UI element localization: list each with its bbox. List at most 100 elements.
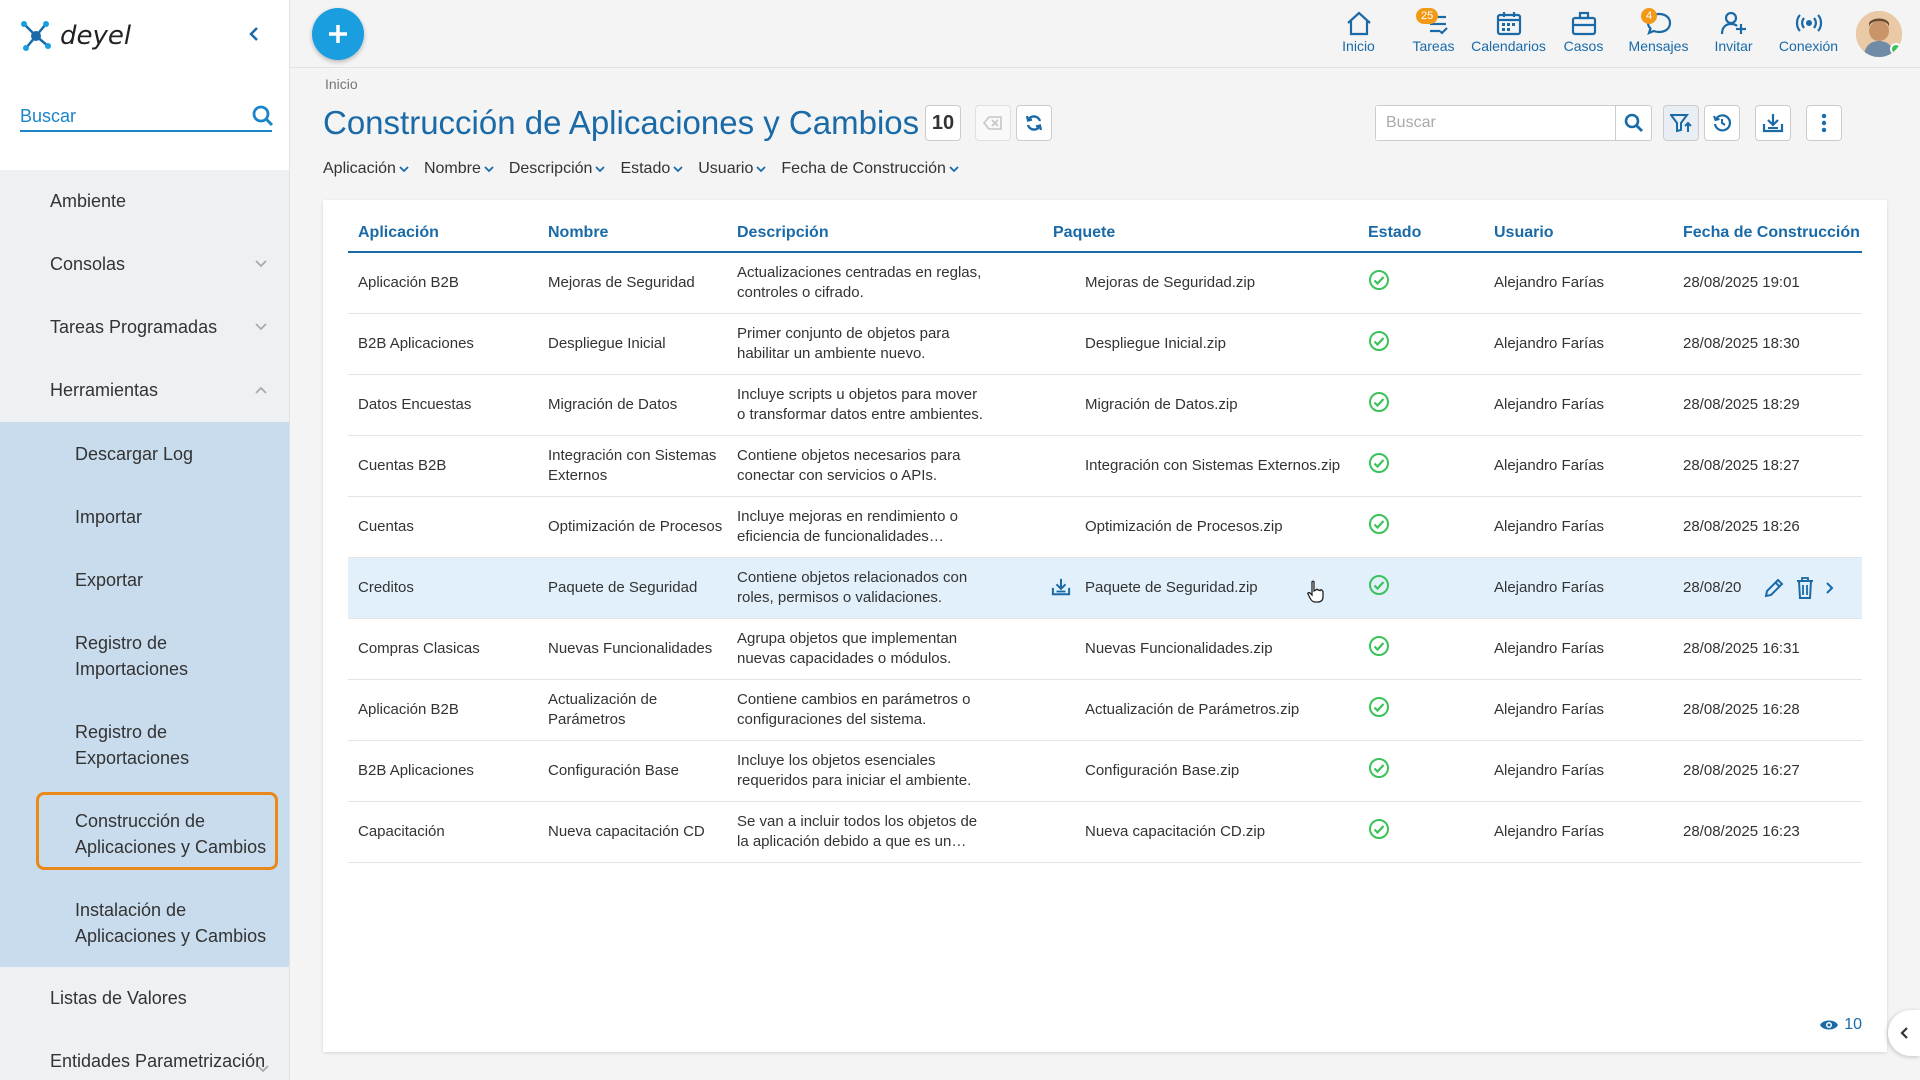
col-fecha[interactable]: Fecha de Construcción bbox=[1673, 214, 1862, 253]
visible-count: 10 bbox=[1819, 1016, 1862, 1034]
topnav-conexion[interactable]: Conexión bbox=[1771, 0, 1846, 68]
filter-aplicacion[interactable]: Aplicación bbox=[323, 160, 410, 178]
cell-paquete[interactable]: Despliegue Inicial.zip bbox=[1043, 313, 1358, 375]
sidebar-item-label: Consolas bbox=[50, 254, 126, 274]
cell-estado bbox=[1358, 313, 1484, 375]
col-paquete[interactable]: Paquete bbox=[1043, 214, 1358, 253]
filter-descripcion[interactable]: Descripción bbox=[509, 160, 607, 178]
cell-paquete[interactable]: Mejoras de Seguridad.zip bbox=[1043, 252, 1358, 314]
sidebar-item-consolas[interactable]: Consolas bbox=[0, 233, 289, 296]
cell-paquete[interactable]: Nuevas Funcionalidades.zip bbox=[1043, 618, 1358, 680]
table-row[interactable]: Compras Clasicas Nuevas Funcionalidades Ag… bbox=[348, 618, 1862, 680]
table-row[interactable]: Datos Encuestas Migración de Datos Incluye… bbox=[348, 374, 1862, 436]
sidebar-item-importar[interactable]: Importar bbox=[0, 485, 289, 548]
search-input[interactable] bbox=[1376, 106, 1615, 140]
cell-usuario: Alejandro Farías bbox=[1484, 313, 1673, 375]
chevron-right-icon[interactable] bbox=[1825, 581, 1835, 595]
cell-paquete[interactable]: Nueva capacitación CD.zip bbox=[1043, 801, 1358, 863]
col-usuario[interactable]: Usuario bbox=[1484, 214, 1673, 253]
sidebar-item-exportar[interactable]: Exportar bbox=[0, 548, 289, 611]
cell-paquete[interactable]: Migración de Datos.zip bbox=[1043, 374, 1358, 436]
history-button[interactable] bbox=[1704, 105, 1740, 141]
table-row[interactable]: Cuentas Optimización de Procesos Incluye m… bbox=[348, 496, 1862, 558]
sidebar-item-ambiente[interactable]: Ambiente bbox=[0, 170, 289, 233]
more-options-button[interactable] bbox=[1806, 105, 1842, 141]
table-row[interactable]: B2B Aplicaciones Configuración Base Incluy… bbox=[348, 740, 1862, 802]
topnav-casos[interactable]: Casos bbox=[1546, 0, 1621, 68]
cell-aplicacion: Compras Clasicas bbox=[348, 618, 538, 680]
topnav-inicio[interactable]: Inicio bbox=[1321, 0, 1396, 68]
export-button[interactable] bbox=[1755, 105, 1791, 141]
table-row[interactable]: Cuentas B2B Integración con Sistemas Exte… bbox=[348, 435, 1862, 497]
filter-button[interactable] bbox=[1663, 105, 1699, 141]
cell-fecha: 28/08/2025 16:28 bbox=[1673, 679, 1862, 741]
filter-nombre[interactable]: Nombre bbox=[424, 160, 495, 178]
sidebar-item-registro-importaciones[interactable]: Registro de Importaciones bbox=[0, 611, 289, 700]
add-button[interactable] bbox=[312, 8, 364, 60]
search-button[interactable] bbox=[1615, 106, 1651, 140]
cell-usuario-text: Alejandro Farías bbox=[1494, 273, 1605, 291]
col-descripcion[interactable]: Descripción bbox=[727, 214, 1043, 253]
col-nombre[interactable]: Nombre bbox=[538, 214, 727, 253]
sidebar-item-construccion-aplicaciones[interactable]: Construcción de Aplicaciones y Cambios bbox=[0, 789, 289, 878]
cell-fecha: 28/08/2025 18:27 bbox=[1673, 435, 1862, 497]
sidebar-item-registro-exportaciones[interactable]: Registro de Exportaciones bbox=[0, 700, 289, 789]
cell-fecha-text: 28/08/2025 16:23 bbox=[1683, 822, 1800, 840]
cell-fecha-text: 28/08/2025 18:30 bbox=[1683, 334, 1800, 352]
topnav-tareas[interactable]: 25 Tareas bbox=[1396, 0, 1471, 68]
search-icon[interactable] bbox=[252, 102, 274, 130]
breadcrumb[interactable]: Inicio bbox=[325, 76, 358, 92]
cell-paquete[interactable]: Optimización de Procesos.zip bbox=[1043, 496, 1358, 558]
refresh-button[interactable] bbox=[1016, 105, 1052, 141]
cell-paquete[interactable]: Configuración Base.zip bbox=[1043, 740, 1358, 802]
filter-estado[interactable]: Estado bbox=[620, 160, 684, 178]
topnav-label: Mensajes bbox=[1628, 38, 1689, 54]
side-panel-toggle[interactable] bbox=[1888, 1010, 1920, 1056]
col-aplicacion[interactable]: Aplicación bbox=[348, 214, 538, 253]
collapse-sidebar-button[interactable] bbox=[240, 20, 268, 48]
topnav-label: Inicio bbox=[1342, 38, 1375, 54]
cell-usuario: Alejandro Farías bbox=[1484, 435, 1673, 497]
cell-usuario-text: Alejandro Farías bbox=[1494, 578, 1605, 596]
cell-aplicacion: Cuentas B2B bbox=[348, 435, 538, 497]
topnav-calendarios[interactable]: Calendarios bbox=[1471, 0, 1546, 68]
cell-aplicacion: Aplicación B2B bbox=[348, 679, 538, 741]
sidebar-item-entidades-parametrizacion[interactable]: Entidades Parametrización bbox=[0, 1030, 289, 1080]
table-row[interactable]: B2B Aplicaciones Despliegue Inicial Primer… bbox=[348, 313, 1862, 375]
sidebar-search-input[interactable] bbox=[20, 105, 252, 127]
sidebar-item-descargar-log[interactable]: Descargar Log bbox=[0, 422, 289, 485]
edit-icon[interactable] bbox=[1763, 577, 1785, 599]
cell-paquete[interactable]: Actualización de Parámetros.zip bbox=[1043, 679, 1358, 741]
search-bar[interactable] bbox=[1375, 105, 1652, 141]
table-row[interactable]: Creditos Paquete de Seguridad Contiene obj… bbox=[348, 557, 1862, 619]
filter-fecha[interactable]: Fecha de Construcción bbox=[781, 160, 960, 178]
sidebar-item-instalacion-aplicaciones[interactable]: Instalación de Aplicaciones y Cambios bbox=[0, 878, 289, 967]
cell-aplicacion-text: Cuentas B2B bbox=[358, 456, 447, 474]
cell-paquete-text: Mejoras de Seguridad.zip bbox=[1085, 273, 1256, 291]
cell-paquete[interactable]: Integración con Sistemas Externos.zip bbox=[1043, 435, 1358, 497]
table-row[interactable]: Aplicación B2B Mejoras de Seguridad Actual… bbox=[348, 252, 1862, 314]
col-estado[interactable]: Estado bbox=[1358, 214, 1484, 253]
sidebar-search[interactable] bbox=[20, 102, 274, 132]
scroll-down-icon[interactable] bbox=[256, 1064, 270, 1074]
cell-descripcion-text: Agrupa objetos que implementan nuevas ca… bbox=[737, 629, 958, 667]
top-bar: Inicio 25 Tareas Calendarios Casos 4 Men… bbox=[290, 0, 1920, 68]
cell-descripcion: Incluye los objetos esenciales requerido… bbox=[727, 740, 1043, 802]
cell-usuario: Alejandro Farías bbox=[1484, 801, 1673, 863]
clear-selection-button[interactable] bbox=[975, 105, 1011, 141]
table-header-row: Aplicación Nombre Descripción Paquete Es… bbox=[348, 214, 1862, 253]
table-row[interactable]: Aplicación B2B Actualización de Parámetro… bbox=[348, 679, 1862, 741]
sidebar-item-herramientas[interactable]: Herramientas bbox=[0, 359, 289, 422]
topnav-invitar[interactable]: Invitar bbox=[1696, 0, 1771, 68]
avatar[interactable] bbox=[1856, 11, 1902, 57]
download-package-icon[interactable] bbox=[1051, 578, 1071, 596]
cell-paquete-text: Nueva capacitación CD.zip bbox=[1085, 822, 1266, 840]
topnav-mensajes[interactable]: 4 Mensajes bbox=[1621, 0, 1696, 68]
table-row[interactable]: Capacitación Nueva capacitación CD Se van … bbox=[348, 801, 1862, 863]
trash-icon[interactable] bbox=[1795, 576, 1815, 599]
cell-usuario: Alejandro Farías bbox=[1484, 679, 1673, 741]
sidebar-item-tareas-programadas[interactable]: Tareas Programadas bbox=[0, 296, 289, 359]
filter-usuario[interactable]: Usuario bbox=[698, 160, 767, 178]
chevron-down-icon bbox=[255, 260, 267, 268]
sidebar-item-listas-valores[interactable]: Listas de Valores bbox=[0, 967, 289, 1030]
